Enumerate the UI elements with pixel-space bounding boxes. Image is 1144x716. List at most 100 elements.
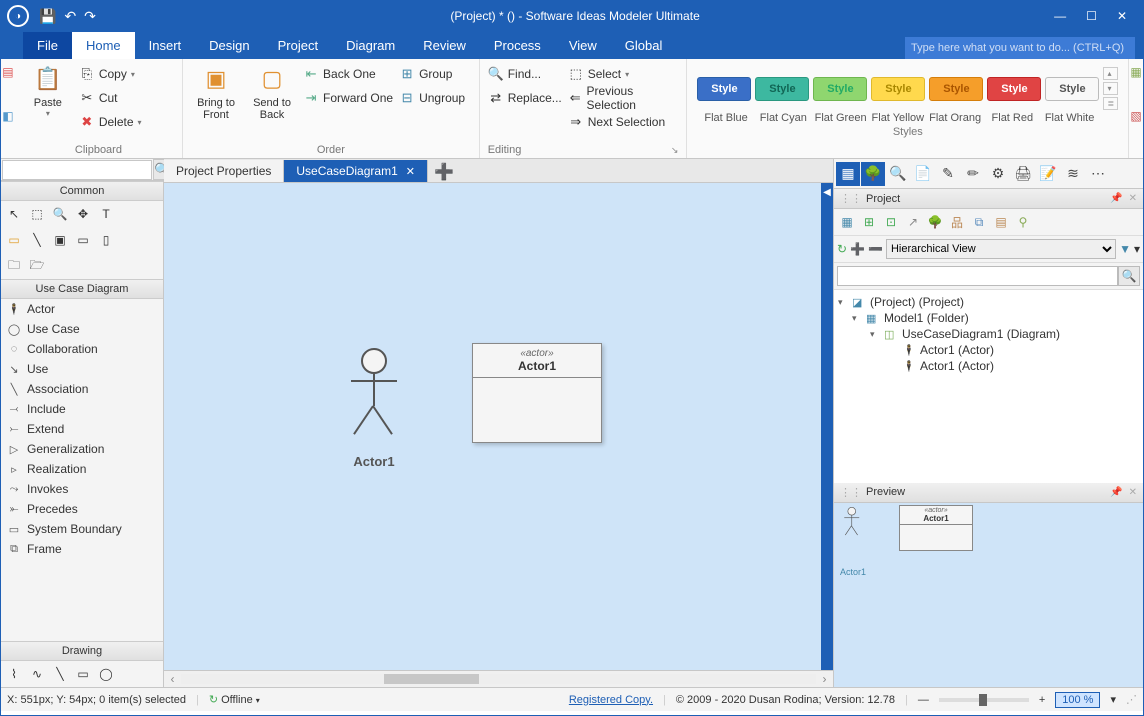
next-selection-button[interactable]: ⇒Next Selection	[568, 111, 679, 133]
project-tree[interactable]: ▾◪(Project) (Project) ▾▦Model1 (Folder) …	[834, 290, 1143, 483]
tab-usecase-diagram[interactable]: UseCaseDiagram1✕	[284, 160, 428, 182]
usecase-section-header[interactable]: Use Case Diagram	[1, 279, 163, 299]
tool-use[interactable]: ↘Use	[1, 359, 163, 379]
grip-icon[interactable]: ⋮⋮	[840, 192, 862, 205]
prj-btn7-icon[interactable]: ⧉	[969, 212, 989, 232]
tool-text-icon[interactable]: T	[96, 204, 116, 224]
prj-remove-icon[interactable]: ➖	[868, 242, 883, 256]
diagram-canvas[interactable]: Actor1 «actor» Actor1	[164, 183, 821, 670]
copy-button[interactable]: ⎘Copy▾	[79, 63, 142, 85]
prj-btn1-icon[interactable]: ▦	[837, 212, 857, 232]
status-resize-grip-icon[interactable]: ⋰	[1126, 693, 1137, 706]
zoom-out-button[interactable]: —	[918, 694, 929, 706]
cut-button[interactable]: ✂Cut	[79, 87, 142, 109]
prj-btn8-icon[interactable]: ▤	[991, 212, 1011, 232]
maximize-button[interactable]: ☐	[1086, 9, 1097, 23]
style-btn-yellow[interactable]: Style	[871, 77, 925, 101]
tool-pointer-icon[interactable]: ↖	[4, 204, 24, 224]
tool-image-icon[interactable]: ▣	[50, 230, 70, 250]
grip-icon-2[interactable]: ⋮⋮	[840, 486, 862, 499]
menu-project[interactable]: Project	[264, 32, 332, 59]
editing-expand-icon[interactable]: ↘	[671, 145, 679, 156]
rtool-edit-icon[interactable]: ✎	[936, 162, 960, 186]
ungroup-button[interactable]: ⊟Ungroup	[399, 87, 465, 109]
menu-diagram[interactable]: Diagram	[332, 32, 409, 59]
prj-more-icon[interactable]: ▾	[1134, 242, 1140, 256]
canvas-collapse-handle[interactable]: ◀	[821, 183, 833, 670]
prj-refresh-icon[interactable]: ↻	[837, 242, 847, 256]
tool-extend[interactable]: ⤚Extend	[1, 419, 163, 439]
tool-note-icon[interactable]: ▭	[4, 230, 24, 250]
ribbon-tool-4-icon[interactable]: ▧	[1130, 109, 1141, 123]
menu-review[interactable]: Review	[409, 32, 480, 59]
menu-home[interactable]: Home	[72, 32, 135, 59]
expand-icon-3[interactable]: ▾	[870, 329, 880, 340]
tool-association[interactable]: ╲Association	[1, 379, 163, 399]
tree-diagram[interactable]: ▾◫UseCaseDiagram1 (Diagram)	[838, 326, 1139, 342]
styles-scroll-down-icon[interactable]: ▾	[1103, 82, 1118, 95]
tool-usecase[interactable]: ◯Use Case	[1, 319, 163, 339]
drawtool-ellipse-icon[interactable]: ◯	[96, 664, 116, 684]
group-button[interactable]: ⊞Group	[399, 63, 465, 85]
forward-one-button[interactable]: ⇥Forward One	[303, 87, 393, 109]
tab-close-icon[interactable]: ✕	[406, 165, 415, 178]
hscroll-left-icon[interactable]: ‹	[164, 672, 181, 686]
tool-rect-icon[interactable]: ▯	[96, 230, 116, 250]
hscroll-thumb[interactable]	[384, 674, 479, 684]
menu-file[interactable]: File	[23, 32, 72, 59]
tree-root[interactable]: ▾◪(Project) (Project)	[838, 294, 1139, 310]
prj-btn9-icon[interactable]: ⚲	[1013, 212, 1033, 232]
tool-zoom-icon[interactable]: 🔍	[50, 204, 70, 224]
rtool-styles-icon[interactable]: ✏	[961, 162, 985, 186]
tab-project-properties[interactable]: Project Properties	[164, 160, 284, 182]
zoom-slider[interactable]	[939, 698, 1029, 702]
prj-btn4-icon[interactable]: ↗	[903, 212, 923, 232]
tree-model[interactable]: ▾▦Model1 (Folder)	[838, 310, 1139, 326]
tool-include[interactable]: ⤙Include	[1, 399, 163, 419]
rtool-print-icon[interactable]: 🖨	[1011, 162, 1035, 186]
tree-actor1[interactable]: 🕴Actor1 (Actor)	[838, 342, 1139, 358]
menu-search-input[interactable]: Type here what you want to do... (CTRL+Q…	[905, 37, 1135, 59]
view-mode-select[interactable]: Hierarchical View	[886, 239, 1116, 259]
zoom-in-button[interactable]: +	[1039, 694, 1045, 706]
rtool-layers-icon[interactable]: ≋	[1061, 162, 1085, 186]
canvas-actor-stick[interactable]: Actor1	[344, 348, 404, 469]
prj-btn3-icon[interactable]: ⊡	[881, 212, 901, 232]
styles-expand-icon[interactable]: ≣	[1103, 97, 1118, 110]
rtool-more-icon[interactable]: ⋯	[1086, 162, 1110, 186]
drawing-section-header[interactable]: Drawing	[1, 641, 163, 661]
styles-scroll-up-icon[interactable]: ▴	[1103, 67, 1118, 80]
tool-collaboration[interactable]: ◌Collaboration	[1, 339, 163, 359]
tool-actor[interactable]: 🕴Actor	[1, 299, 163, 319]
panel-close-icon[interactable]: ✕	[1129, 193, 1137, 204]
hscroll-right-icon[interactable]: ›	[816, 672, 833, 686]
find-button[interactable]: 🔍Find...	[488, 63, 562, 85]
rtool-doc-icon[interactable]: 📄	[911, 162, 935, 186]
drawtool-curve-icon[interactable]: ∿	[27, 664, 47, 684]
send-to-back-button[interactable]: ▢ Send to Back	[247, 63, 297, 121]
tool-pan-icon[interactable]: ✥	[73, 204, 93, 224]
delete-button[interactable]: ✖Delete▾	[79, 111, 142, 133]
preview-canvas[interactable]: Actor1 «actor» Actor1	[834, 503, 1143, 688]
style-btn-red[interactable]: Style	[987, 77, 1041, 101]
toolbox-search-input[interactable]	[2, 160, 152, 180]
drawtool-line-icon[interactable]: ╲	[50, 664, 70, 684]
app-logo-icon[interactable]: ◑	[7, 5, 29, 27]
prj-add-icon[interactable]: ➕	[850, 242, 865, 256]
tool-folder2-icon[interactable]: 🗁	[27, 256, 47, 276]
rtool-grid-icon[interactable]: ▦	[836, 162, 860, 186]
rtool-search-icon[interactable]: 🔍	[886, 162, 910, 186]
expand-icon-2[interactable]: ▾	[852, 313, 862, 324]
style-btn-orange[interactable]: Style	[929, 77, 983, 101]
tree-actor2[interactable]: 🕴Actor1 (Actor)	[838, 358, 1139, 374]
tool-folder-icon[interactable]: 🗀	[4, 256, 24, 276]
prj-filter-icon[interactable]: ▼	[1119, 242, 1131, 256]
canvas-hscrollbar[interactable]: ‹ ›	[164, 670, 833, 687]
panel-pin-icon[interactable]: 📌	[1110, 193, 1122, 204]
menu-design[interactable]: Design	[195, 32, 263, 59]
replace-button[interactable]: ⇄Replace...	[488, 87, 562, 109]
rtool-gear-icon[interactable]: ⚙	[986, 162, 1010, 186]
tool-lasso-icon[interactable]: ⬚	[27, 204, 47, 224]
minimize-button[interactable]: —	[1054, 9, 1066, 23]
tool-frame[interactable]: ⧉Frame	[1, 539, 163, 559]
